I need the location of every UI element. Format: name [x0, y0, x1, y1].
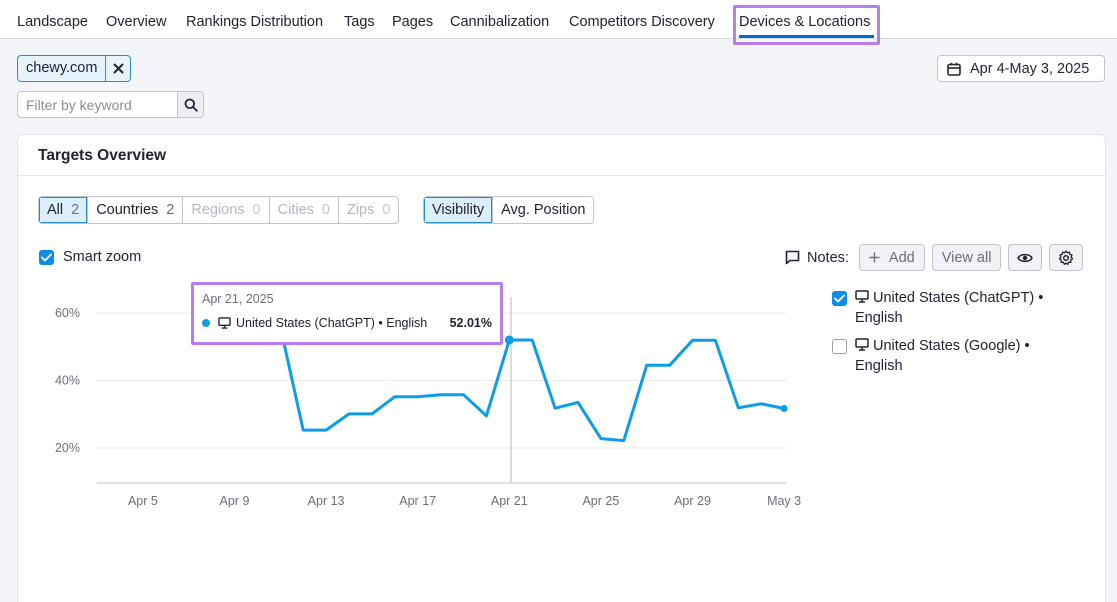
x-tick-label: Apr 13 — [308, 494, 345, 508]
last-point — [780, 405, 788, 413]
x-tick-label: Apr 21 — [491, 494, 528, 508]
y-tick-label: 40% — [55, 374, 80, 388]
desktop-icon — [218, 317, 231, 329]
tooltip-series-dot — [202, 319, 210, 327]
x-tick-label: May 3 — [767, 494, 801, 508]
y-tick-label: 60% — [55, 306, 80, 320]
x-axis: Apr 5 Apr 9 Apr 13 Apr 17 Apr 21 Apr 25 Apr 29… — [97, 482, 801, 508]
tooltip-series-name: United States (ChatGPT) • English — [236, 316, 428, 330]
x-tick-label: Apr 17 — [399, 494, 436, 508]
y-tick-label: 20% — [55, 441, 80, 455]
x-tick-label: Apr 9 — [220, 494, 250, 508]
tooltip-value: 52.01% — [449, 316, 492, 330]
y-axis: 20% 40% 60% — [55, 306, 80, 455]
series-line — [278, 325, 786, 443]
chart-tooltip: Apr 21, 2025 United States (ChatGPT) • E… — [194, 285, 500, 343]
chart-series — [278, 325, 788, 443]
x-tick-label: Apr 5 — [128, 494, 158, 508]
x-tick-label: Apr 25 — [582, 494, 619, 508]
tooltip-date: Apr 21, 2025 — [202, 292, 274, 306]
visibility-line-chart: 20%40%60% Apr 5 Apr 9 Apr 13 Apr 17 Apr 21 Ap… — [55, 297, 801, 508]
tooltip-row: United States (ChatGPT) • English 52.01% — [202, 316, 492, 330]
x-tick-label: Apr 29 — [674, 494, 711, 508]
hover-point — [504, 335, 514, 345]
